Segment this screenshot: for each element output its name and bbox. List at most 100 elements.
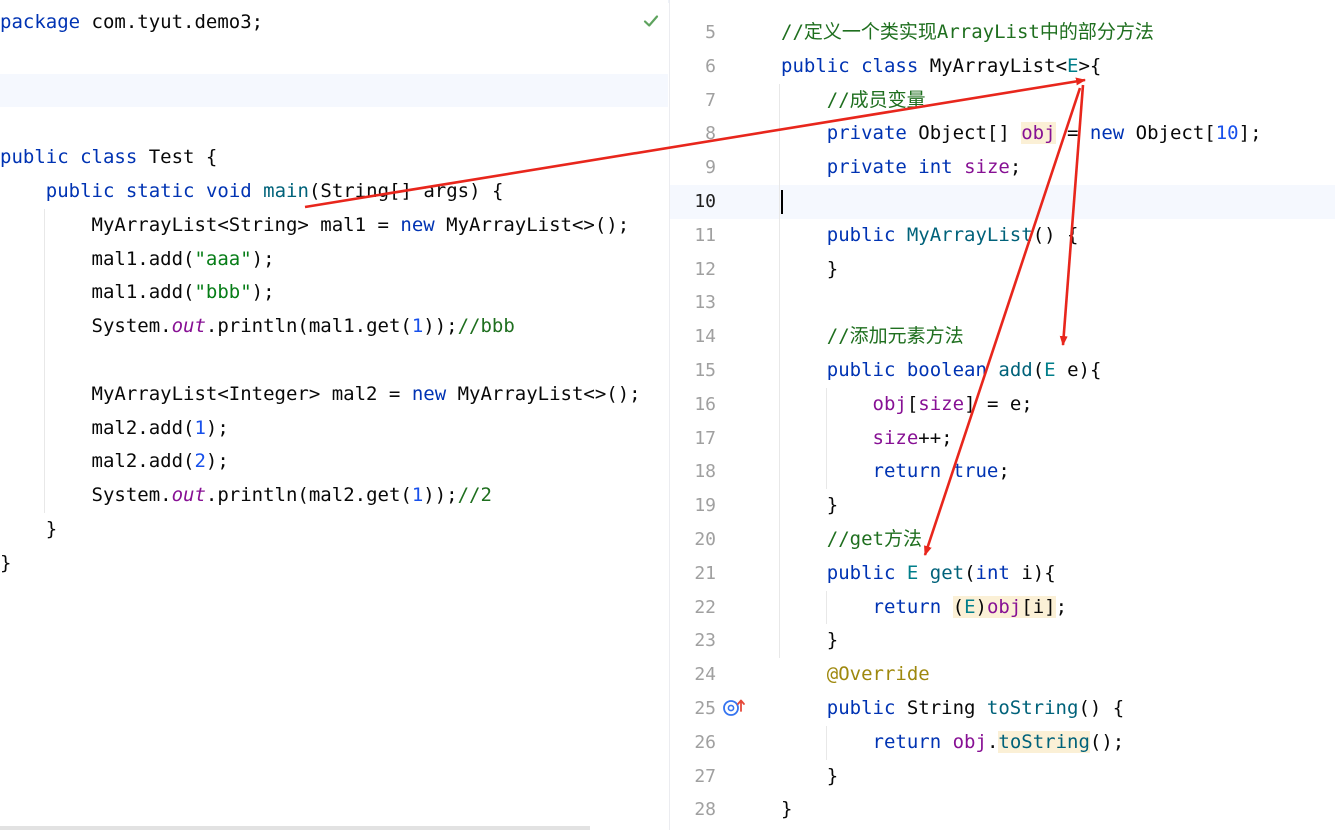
code-token: 1	[411, 315, 424, 338]
code-token: private	[826, 122, 907, 145]
code-text: }	[781, 253, 838, 287]
code-text: public static void main(String[] args) {	[0, 175, 504, 209]
horizontal-scrollbar[interactable]	[0, 826, 590, 830]
code-line[interactable]: 26 return obj.toString();	[670, 726, 1335, 760]
code-line[interactable]: 7 //成员变量	[670, 84, 1335, 118]
code-token: public	[0, 146, 69, 169]
code-token: new	[1089, 122, 1125, 145]
line-number: 12	[694, 258, 716, 280]
code-line[interactable]: mal1.add("bbb");	[0, 276, 668, 310]
code-line[interactable]	[0, 344, 668, 378]
code-token: .println(mal1.get(	[205, 315, 412, 338]
code-token: ;	[1055, 595, 1068, 618]
code-line[interactable]: public static void main(String[] args) {	[0, 175, 668, 209]
code-line[interactable]: 23 }	[670, 624, 1335, 658]
code-line[interactable]	[0, 73, 668, 108]
code-token: MyArrayList<String> mal1 =	[0, 213, 401, 236]
code-text: public String toString() {	[781, 692, 1124, 726]
left-editor-pane[interactable]: package com.tyut.demo3; public class Test…	[0, 0, 668, 830]
code-line[interactable]: System.out.println(mal1.get(1));//bbb	[0, 310, 668, 344]
line-number: 24	[694, 664, 716, 686]
code-line[interactable]: 12 }	[670, 253, 1335, 287]
code-line[interactable]: 15 public boolean add(E e){	[670, 354, 1335, 388]
code-text: public E get(int i){	[781, 557, 1056, 591]
code-token: System.	[0, 315, 172, 338]
code-line[interactable]: 6 public class MyArrayList<E>{	[670, 50, 1335, 84]
code-line[interactable]: 25 public String toString() {	[670, 692, 1335, 726]
code-line[interactable]: 17 size++;	[670, 422, 1335, 456]
code-token: mal1.add(	[0, 247, 195, 270]
code-line[interactable]: 27 }	[670, 760, 1335, 794]
code-line[interactable]: 18 return true;	[670, 455, 1335, 489]
code-token: class	[80, 146, 138, 169]
code-token: ();	[1089, 730, 1125, 753]
code-line[interactable]: MyArrayList<Integer> mal2 = new MyArrayL…	[0, 378, 668, 412]
code-line[interactable]: System.out.println(mal2.get(1));//2	[0, 479, 668, 513]
line-number: 27	[694, 765, 716, 787]
code-text: public boolean add(E e){	[781, 354, 1102, 388]
code-token: }	[781, 494, 839, 517]
code-line[interactable]: 5 //定义一个类实现ArrayList中的部分方法	[670, 16, 1335, 50]
code-line[interactable]: mal1.add("aaa");	[0, 243, 668, 277]
code-line[interactable]	[0, 40, 668, 74]
code-token: return	[872, 595, 942, 618]
code-line[interactable]: 14 //添加元素方法	[670, 320, 1335, 354]
text-caret	[781, 189, 783, 214]
code-token: get	[929, 561, 965, 584]
code-token: mal1.add(	[0, 281, 195, 304]
line-number: 7	[705, 89, 716, 111]
code-line[interactable]: public class Test {	[0, 141, 668, 175]
code-token: 1	[411, 484, 424, 507]
right-editor-pane[interactable]: 5 //定义一个类实现ArrayList中的部分方法 6 public class M…	[669, 0, 1335, 830]
code-token: .	[986, 730, 999, 753]
code-line[interactable]: }	[0, 547, 668, 581]
override-marker-icon[interactable]	[722, 697, 748, 717]
line-number: 21	[694, 562, 716, 584]
code-text: }	[781, 793, 792, 827]
code-line[interactable]: 9 private int size;	[670, 151, 1335, 185]
code-text: }	[781, 489, 838, 523]
code-token: size	[918, 392, 965, 415]
code-line[interactable]: 13	[670, 286, 1335, 320]
code-token: System.	[0, 484, 172, 507]
code-line[interactable]: 16 obj[size] = e;	[670, 388, 1335, 422]
code-text: }	[0, 513, 57, 547]
code-token: obj	[952, 730, 987, 753]
code-line[interactable]: 20 //get方法	[670, 523, 1335, 557]
code-line[interactable]	[0, 107, 668, 141]
code-token: [i]	[1021, 595, 1056, 618]
code-line[interactable]: }	[0, 513, 668, 547]
code-line[interactable]: 10	[670, 185, 1335, 219]
code-token: public	[826, 697, 896, 719]
code-token: }	[781, 257, 839, 280]
code-token: package	[0, 11, 81, 33]
code-line[interactable]: 8 private Object[] obj = new Object[10];	[670, 117, 1335, 151]
code-text: public MyArrayList() {	[781, 219, 1079, 253]
code-text: @Override	[781, 658, 930, 692]
code-line[interactable]: mal2.add(1);	[0, 412, 668, 446]
code-token: MyArrayList<>();	[434, 213, 630, 236]
code-token: i){	[1009, 561, 1056, 584]
code-token: String	[895, 697, 987, 719]
code-line[interactable]: mal2.add(2);	[0, 445, 668, 479]
code-line[interactable]: 28}	[670, 793, 1335, 827]
code-line[interactable]: MyArrayList<String> mal1 = new MyArrayLi…	[0, 209, 668, 243]
code-token: public	[826, 561, 896, 584]
code-line[interactable]: 19 }	[670, 489, 1335, 523]
code-token: new	[411, 382, 447, 405]
code-line[interactable]: 24 @Override	[670, 658, 1335, 692]
code-line[interactable]: package com.tyut.demo3;	[0, 6, 668, 40]
code-line[interactable]: 22 return (E)obj[i];	[670, 591, 1335, 625]
code-token: //定义一个类实现ArrayList中的部分方法	[781, 21, 1154, 43]
indent-guide	[779, 83, 780, 659]
line-number: 23	[694, 630, 716, 652]
code-line[interactable]: 21 public E get(int i){	[670, 557, 1335, 591]
code-token: E	[1044, 359, 1056, 381]
code-line[interactable]: 11 public MyArrayList() {	[670, 219, 1335, 253]
